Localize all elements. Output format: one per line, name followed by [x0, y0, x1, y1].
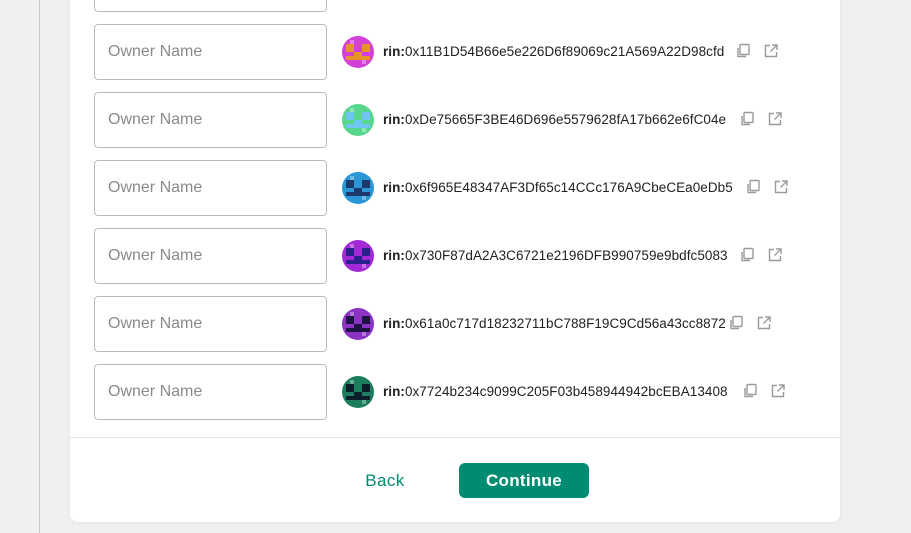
owner-row: rin:0x6f965E48347AF3Df65c14CCc176A9CbeCE… [94, 160, 814, 216]
identicon-avatar [342, 36, 374, 68]
owner-name-input[interactable] [94, 24, 327, 80]
owner-address: rin:0x6f965E48347AF3Df65c14CCc176A9CbeCE… [383, 180, 733, 195]
address-value: 0xDe75665F3BE46D696e5579628fA17b662e6fC0… [404, 112, 727, 127]
external-link-icon[interactable] [773, 179, 789, 195]
owner-address: rin:0x61a0c717d18232711bC788F19C9Cd56a43… [383, 316, 726, 331]
owner-address: rin:0x7724b234c9099C205F03b458944942bcEB… [383, 384, 728, 399]
identicon-avatar [342, 376, 374, 408]
owner-row: rin:0x11B1D54B66e5e226D6f89069c21A569A22… [94, 24, 814, 80]
identicon-avatar [342, 104, 374, 136]
footer-divider [70, 437, 840, 438]
identicon-avatar [342, 240, 374, 272]
owner-name-input[interactable] [94, 92, 327, 148]
back-button[interactable]: Back [348, 463, 422, 499]
copy-icon[interactable] [735, 43, 751, 59]
network-prefix: rin: [383, 44, 405, 59]
copy-icon[interactable] [742, 383, 758, 399]
external-link-icon[interactable] [763, 43, 779, 59]
identicon-avatar [342, 172, 374, 204]
copy-icon[interactable] [739, 111, 755, 127]
address-value: 0x730F87dA2A3C6721e2196DFB990759e9bdfc50… [404, 248, 728, 263]
owner-name-input[interactable] [94, 364, 327, 420]
owner-address: rin:0x11B1D54B66e5e226D6f89069c21A569A22… [383, 44, 724, 59]
owner-address: rin:0x730F87dA2A3C6721e2196DFB990759e9bd… [383, 248, 728, 263]
copy-icon[interactable] [745, 179, 761, 195]
network-prefix: rin: [383, 316, 405, 331]
network-prefix: rin: [383, 112, 405, 127]
owner-row: rin:0x61a0c717d18232711bC788F19C9Cd56a43… [94, 296, 814, 352]
left-rail [0, 0, 40, 533]
owner-name-input[interactable] [94, 228, 327, 284]
external-link-icon[interactable] [767, 111, 783, 127]
owner-name-input[interactable] [94, 0, 327, 12]
continue-button[interactable]: Continue [459, 463, 589, 498]
external-link-icon[interactable] [770, 383, 786, 399]
owner-name-input[interactable] [94, 160, 327, 216]
external-link-icon[interactable] [767, 247, 783, 263]
network-prefix: rin: [383, 384, 405, 399]
owners-card: rin:0x11B1D54B66e5e226D6f89069c21A569A22… [70, 0, 840, 522]
copy-icon[interactable] [739, 247, 755, 263]
owner-address: rin:0xDe75665F3BE46D696e5579628fA17b662e… [383, 112, 726, 127]
address-value: 0x11B1D54B66e5e226D6f89069c21A569A22D98c… [404, 44, 725, 59]
owner-row: rin:0x730F87dA2A3C6721e2196DFB990759e9bd… [94, 228, 814, 284]
address-value: 0x6f965E48347AF3Df65c14CCc176A9CbeCEa0eD… [404, 180, 733, 195]
owner-row: rin:0xDe75665F3BE46D696e5579628fA17b662e… [94, 92, 814, 148]
owner-row: rin:0x7724b234c9099C205F03b458944942bcEB… [94, 364, 814, 420]
network-prefix: rin: [383, 248, 405, 263]
network-prefix: rin: [383, 180, 405, 195]
copy-icon[interactable] [728, 315, 744, 331]
address-value: 0x61a0c717d18232711bC788F19C9Cd56a43cc88… [404, 316, 726, 331]
owner-name-input[interactable] [94, 296, 327, 352]
identicon-avatar [342, 308, 374, 340]
address-value: 0x7724b234c9099C205F03b458944942bcEBA134… [404, 384, 728, 399]
external-link-icon[interactable] [756, 315, 772, 331]
